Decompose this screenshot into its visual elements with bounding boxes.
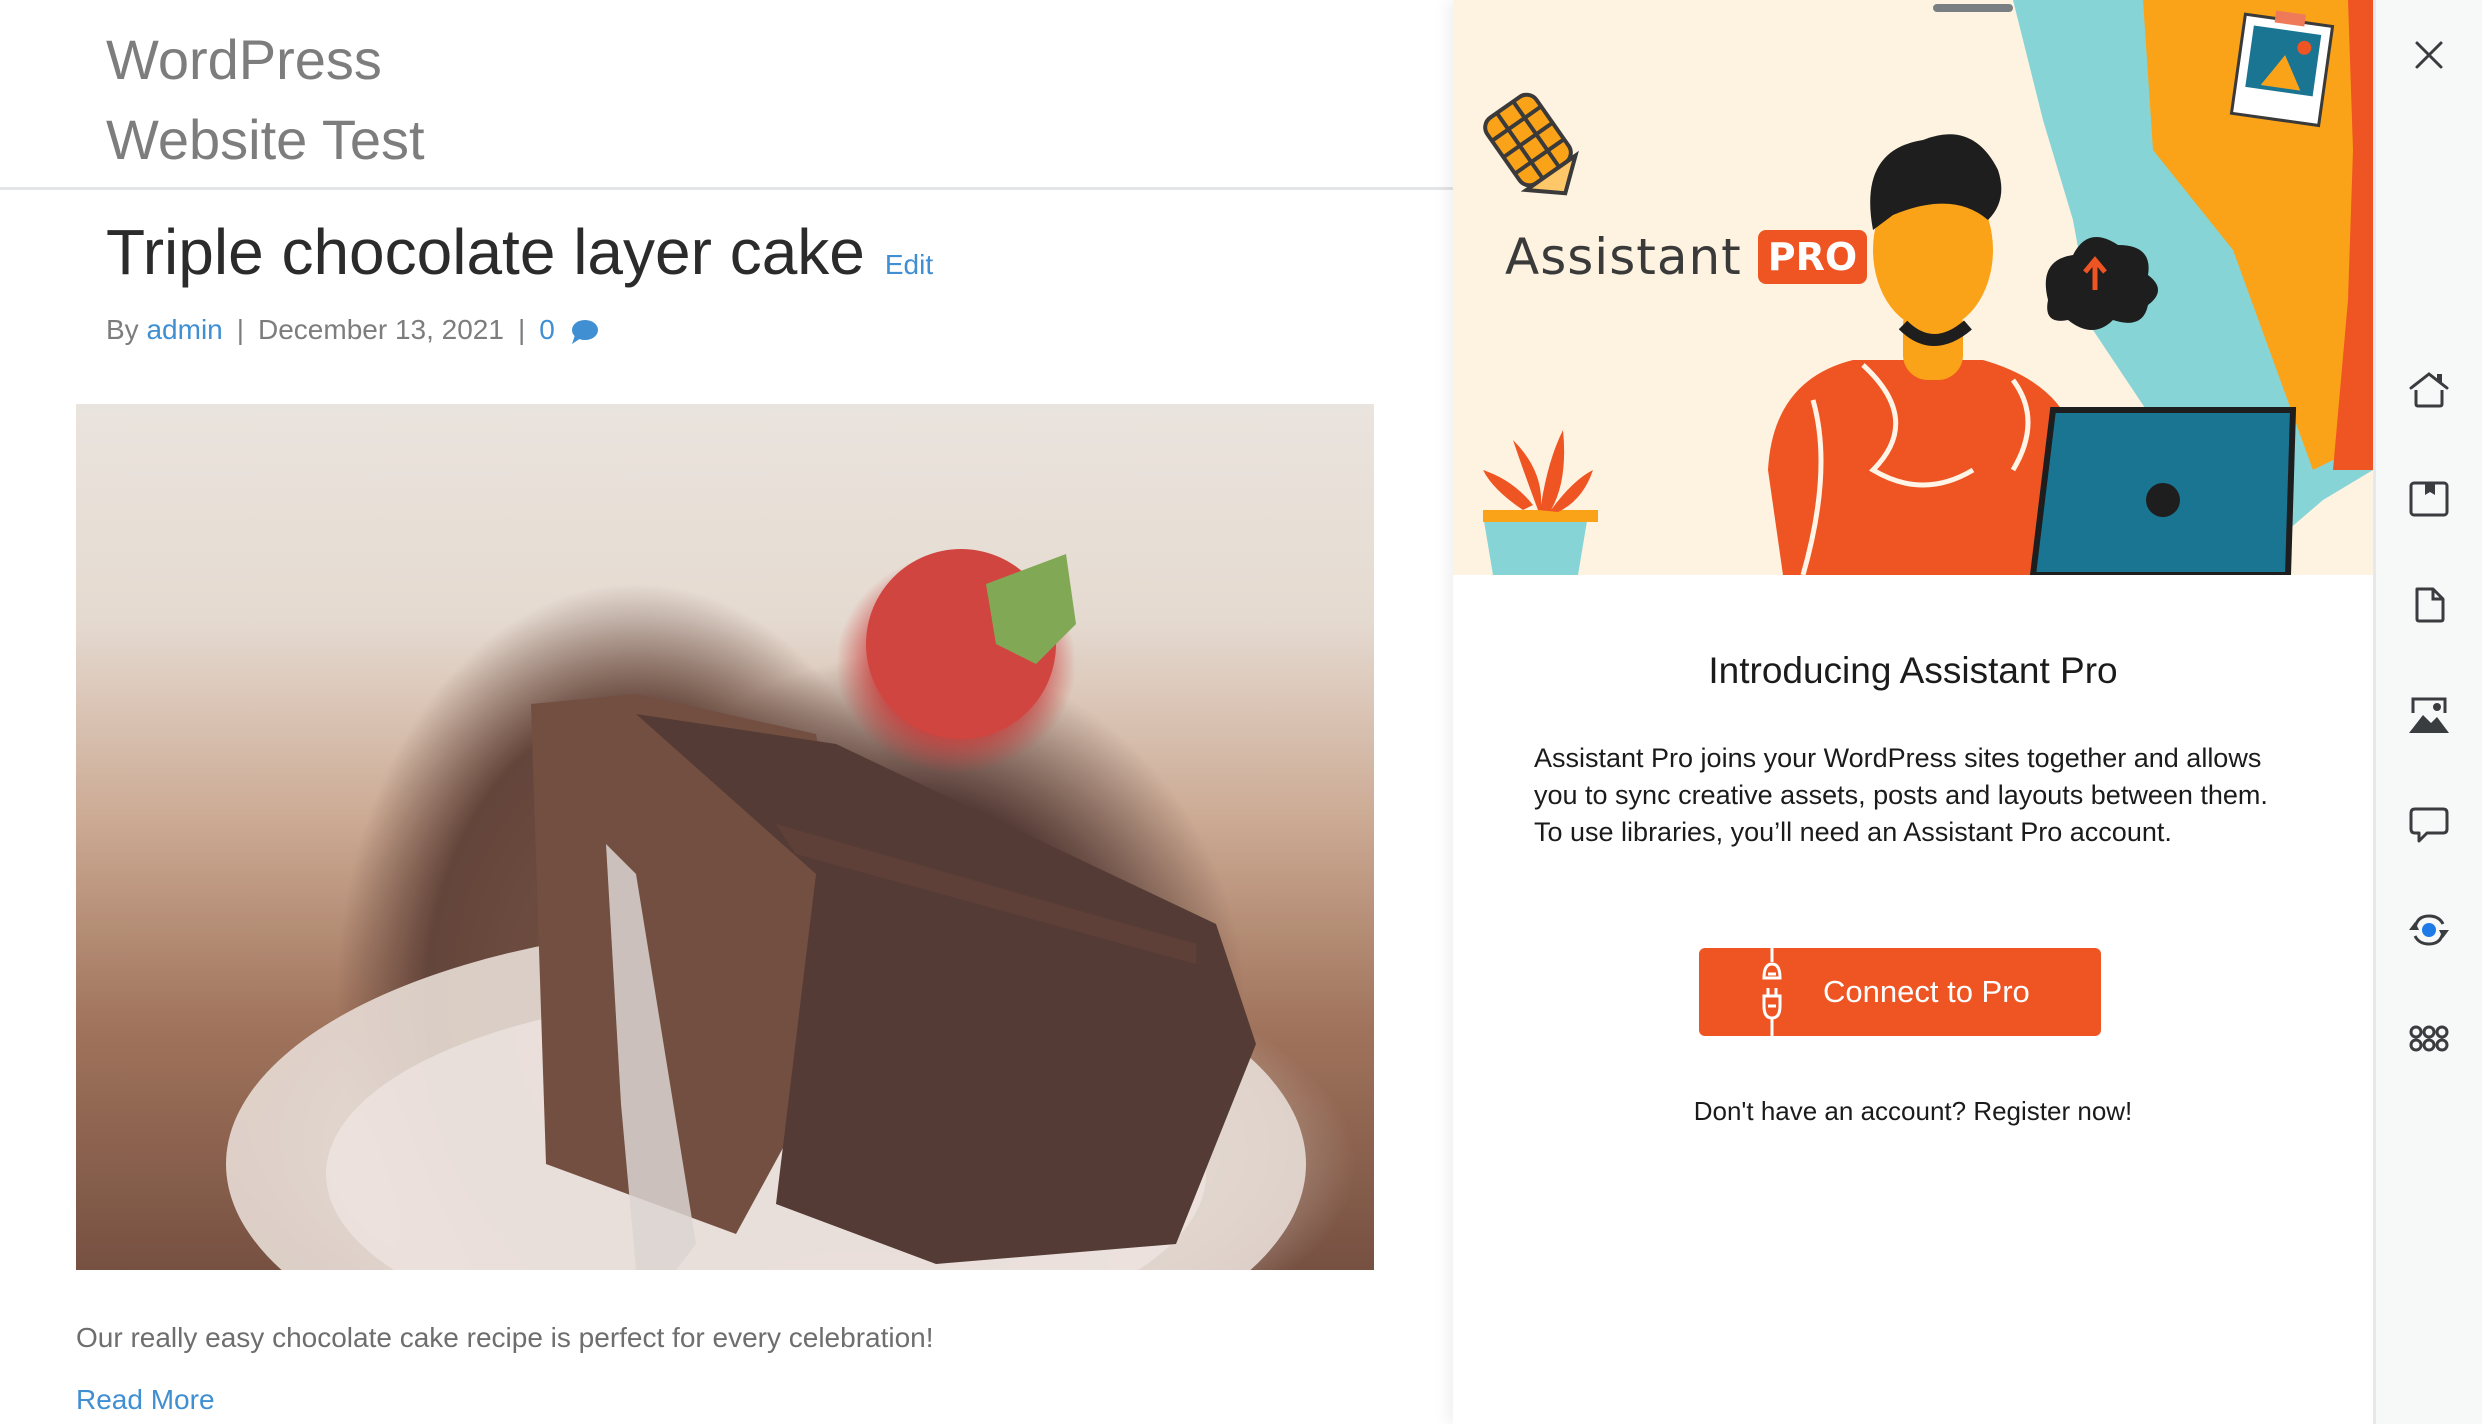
comment-count[interactable]: 0: [539, 314, 555, 345]
comments-link[interactable]: 0: [539, 314, 598, 346]
assistant-pro-brand: Assistant PRO: [1505, 228, 1868, 286]
hero-illustration: [1483, 0, 2373, 575]
laptop-illustration: [2029, 407, 2297, 575]
plug-icon: [1762, 948, 1782, 1036]
rail-item-apps[interactable]: [2376, 1003, 2482, 1073]
assistant-logo-icon: [1483, 92, 1579, 196]
plant-illustration: [1483, 430, 1598, 575]
assistant-panel: Assistant PRO Introducing Assistant Pro …: [1453, 0, 2373, 1424]
panel-drag-handle[interactable]: [1933, 4, 2013, 12]
register-link[interactable]: Don't have an account? Register now!: [1453, 1096, 2373, 1127]
post-title-row: Triple chocolate layer cake Edit: [106, 212, 933, 292]
media-icon: [2409, 697, 2449, 733]
updates-icon: [2409, 914, 2449, 946]
photo-frame-icon: [2229, 10, 2335, 128]
home-icon: [2409, 372, 2449, 408]
close-icon: [2415, 41, 2443, 69]
apps-icon: [2409, 1025, 2449, 1052]
post-excerpt: Our really easy chocolate cake recipe is…: [76, 1322, 934, 1353]
cake-photo-illustration: [76, 404, 1374, 1270]
featured-image[interactable]: [76, 404, 1374, 1270]
edit-post-link[interactable]: Edit: [885, 249, 933, 281]
close-button[interactable]: [2376, 20, 2482, 90]
libraries-icon: [2409, 481, 2449, 517]
cloud-upload-icon: [2045, 237, 2158, 330]
meta-separator: |: [236, 314, 245, 345]
comment-bubble-icon: [571, 319, 598, 344]
site-title[interactable]: WordPress Website Test: [106, 20, 425, 180]
comments-icon: [2409, 807, 2449, 843]
site-header: WordPress Website Test: [0, 0, 1453, 190]
site-title-line-1[interactable]: WordPress: [106, 20, 425, 100]
intro-heading: Introducing Assistant Pro: [1708, 650, 2118, 691]
content-icon: [2415, 587, 2445, 623]
post-title: Triple chocolate layer cake: [106, 216, 865, 288]
by-label: By: [106, 314, 139, 345]
brand-name: Assistant: [1505, 228, 1742, 286]
meta-separator: |: [517, 314, 526, 345]
rail-item-comments[interactable]: [2376, 790, 2482, 860]
post-meta: By admin | December 13, 2021 | 0: [106, 314, 599, 346]
rail-item-home[interactable]: [2376, 355, 2482, 425]
assistant-icon-rail: [2373, 0, 2482, 1424]
read-more-link[interactable]: Read More: [76, 1384, 215, 1416]
rail-item-content[interactable]: [2376, 570, 2482, 640]
website-preview: WordPress Website Test Triple chocolate …: [0, 0, 1453, 1424]
rail-item-updates[interactable]: [2376, 895, 2482, 965]
site-title-line-2[interactable]: Website Test: [106, 100, 425, 180]
connect-to-pro-label: Connect to Pro: [1823, 974, 2030, 1009]
connect-to-pro-button[interactable]: Connect to Pro: [1699, 948, 2101, 1036]
rail-item-libraries[interactable]: [2376, 464, 2482, 534]
intro-description: Assistant Pro joins your WordPress sites…: [1534, 743, 2268, 847]
assistant-pro-hero: Assistant PRO: [1453, 0, 2373, 575]
rail-item-media[interactable]: [2376, 680, 2482, 750]
post-date: December 13, 2021: [258, 314, 504, 345]
pro-badge: PRO: [1757, 230, 1868, 284]
author-link[interactable]: admin: [146, 314, 222, 346]
